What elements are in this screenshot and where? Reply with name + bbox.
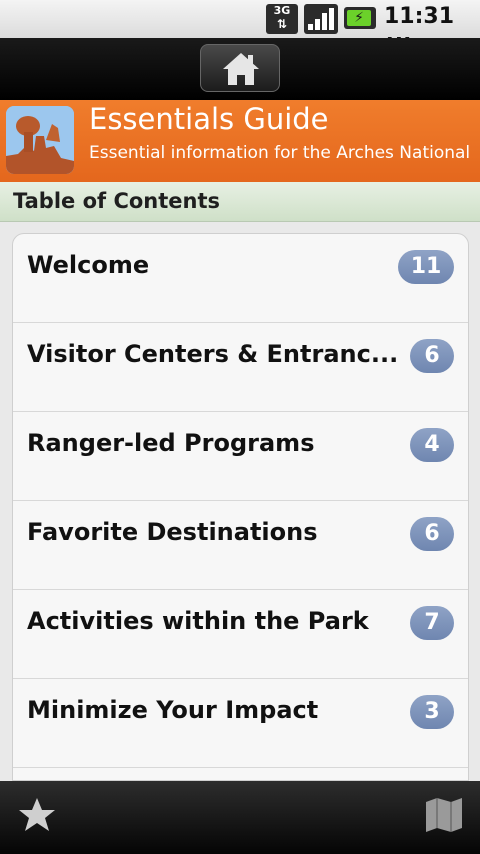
list-item[interactable]: Minimize Your Impact 3 [13,679,468,768]
guide-title: Essentials Guide [89,102,329,136]
list-item-label: Minimize Your Impact [27,696,319,724]
data-arrows-icon: ⇅ [276,17,288,31]
list-item-label: Favorite Destinations [27,518,318,546]
bottom-toolbar [0,781,480,854]
battery-charging-icon: ⚡ [344,7,376,29]
count-badge: 3 [410,695,454,729]
count-badge: 6 [410,339,454,373]
count-badge: 4 [410,428,454,462]
list-item[interactable]: Visitor Centers & Entranc... 6 [13,323,468,412]
count-badge: 7 [410,606,454,640]
status-bar: 3G ⇅ ⚡ 11:31 AM [0,0,480,52]
network-label: 3G [273,4,291,17]
guide-thumbnail [6,106,74,174]
home-icon [223,53,259,85]
list-item-label: Visitor Centers & Entranc... [27,340,399,368]
list-item-label: Welcome [27,251,150,279]
list-item[interactable]: Welcome 11 [13,234,468,323]
toc-header: Table of Contents [0,182,480,222]
network-3g-icon: 3G ⇅ [266,4,298,34]
list-item-label: Activities within the Park [27,607,369,635]
list-item[interactable]: Activities within the Park 7 [13,590,468,679]
map-icon[interactable] [424,796,464,832]
list-item[interactable] [13,768,468,780]
guide-subtitle: Essential information for the Arches Nat… [89,143,471,163]
balanced-rock-image [6,106,74,174]
toc-list: Welcome 11 Visitor Centers & Entranc... … [12,233,469,781]
star-icon[interactable] [18,796,56,834]
clock-time: 11:31 [384,4,455,29]
signal-strength-icon [304,4,338,34]
count-badge: 6 [410,517,454,551]
list-item-label: Ranger-led Programs [27,429,315,457]
toc-heading: Table of Contents [13,189,221,213]
home-button[interactable] [200,44,280,92]
list-item[interactable]: Ranger-led Programs 4 [13,412,468,501]
count-badge: 11 [398,250,454,284]
list-item[interactable]: Favorite Destinations 6 [13,501,468,590]
